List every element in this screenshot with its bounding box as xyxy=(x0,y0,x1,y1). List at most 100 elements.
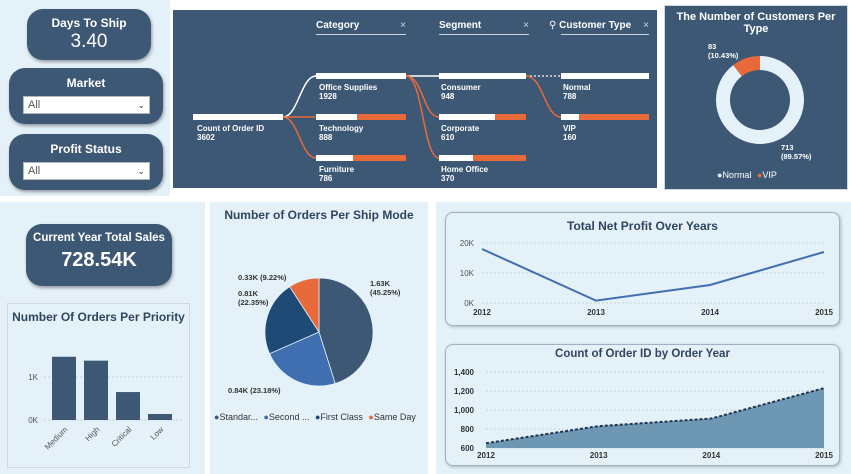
data-label-line: (45.25%) xyxy=(370,288,401,297)
data-label-vip: 83 (10.43%) xyxy=(708,42,739,60)
total-sales-card: Current Year Total Sales 728.54K xyxy=(26,224,172,286)
data-label-line: 10K xyxy=(460,269,475,278)
y-tick-label: 0K xyxy=(28,416,38,425)
data-label-line: High xyxy=(83,425,101,443)
total-sales-value: 728.54K xyxy=(61,249,137,271)
tree-node-corporate[interactable] xyxy=(439,114,526,120)
ship-mode-card: Number of Orders Per Ship Mode 1.63K (45.… xyxy=(210,202,428,474)
y-tick-label: 10K xyxy=(460,269,475,278)
bar-low xyxy=(148,413,172,420)
profit-status-select[interactable]: All ⌄ xyxy=(23,162,150,180)
bar-high xyxy=(84,360,108,420)
y-tick-label: 20K xyxy=(460,239,475,248)
x-tick-label: Medium xyxy=(43,425,70,452)
x-tick-label: 2012 xyxy=(473,308,491,317)
profit-status-filter-card: Profit Status All ⌄ xyxy=(9,134,163,190)
days-to-ship-card: Days To Ship 3.40 xyxy=(27,9,151,60)
data-label: 0.33K (9.22%) xyxy=(238,273,287,282)
data-label-line: 800 xyxy=(461,425,475,434)
data-label-line: 2013 xyxy=(587,308,605,317)
data-label-line: (10.43%) xyxy=(708,51,739,60)
data-label-line: 2014 xyxy=(702,451,720,460)
y-tick-label: 600 xyxy=(461,444,475,453)
tree-node-normal[interactable] xyxy=(561,73,649,79)
area-fill xyxy=(486,388,824,448)
data-label-line: Critical xyxy=(110,425,134,449)
customers-per-type-card: The Number of Customers Per Type 83 (10.4… xyxy=(664,5,848,190)
tree-node-label: Technology 888 xyxy=(319,124,364,142)
chart-title: Total Net Profit Over Years xyxy=(567,219,718,233)
data-label-line: (22.35%) xyxy=(238,298,269,307)
profit-line xyxy=(481,248,825,302)
x-tick-label: 2014 xyxy=(702,451,720,460)
data-label-line: 1.63K xyxy=(370,279,391,288)
market-filter-label: Market xyxy=(66,76,106,90)
tree-node-label: Corporate 610 xyxy=(441,124,480,142)
priority-bar-chart[interactable]: 0K 1K Medium High Critical Low xyxy=(8,326,191,466)
data-label: 0.84K (23.18%) xyxy=(228,386,281,395)
data-label-line: 20K xyxy=(460,239,475,248)
x-tick-label: Low xyxy=(149,425,166,442)
x-tick-label: High xyxy=(83,425,101,443)
decomposition-tree: Category × Segment × ⚲ Customer Type × C… xyxy=(173,10,657,188)
x-tick-label: 2015 xyxy=(815,308,833,317)
net-profit-card: Total Net Profit Over Years 0K 10K 20K 2012… xyxy=(445,212,840,326)
x-tick-label: Critical xyxy=(110,425,134,449)
tree-node-technology[interactable] xyxy=(316,114,406,120)
tree-node-fill xyxy=(357,114,406,120)
tree-root-bar[interactable] xyxy=(193,114,283,120)
tree-node-label: Office Supplies 1928 xyxy=(319,83,378,101)
profit-status-filter-label: Profit Status xyxy=(50,142,122,156)
tree-node-vip[interactable] xyxy=(561,114,649,120)
net-profit-line-chart[interactable]: 0K 10K 20K 2012 2013 2014 2015 xyxy=(446,233,841,327)
y-tick-label: 1,000 xyxy=(454,406,475,415)
data-label-line: 0.84K (23.18%) xyxy=(228,386,281,395)
tree-node-office-supplies[interactable] xyxy=(316,73,406,79)
chart-title: Number Of Orders Per Priority xyxy=(12,310,185,324)
data-label-line: 713 xyxy=(781,143,794,152)
data-label-line: 0.81K xyxy=(238,289,259,298)
data-label-line: 2014 xyxy=(701,308,719,317)
tree-node-home-office[interactable] xyxy=(439,155,526,161)
market-select-value: All xyxy=(28,99,41,111)
data-label-line: 2012 xyxy=(477,451,495,460)
data-label-normal: 713 (89.57%) xyxy=(781,143,812,161)
tree-node-furniture[interactable] xyxy=(316,155,406,161)
data-label-line: 1,400 xyxy=(454,368,475,377)
data-label-line: 0K xyxy=(464,299,474,308)
chart-title: Number of Orders Per Ship Mode xyxy=(224,208,414,222)
customers-donut[interactable]: 83 (10.43%) 713 (89.57%) xyxy=(665,34,849,184)
x-tick-label: 2012 xyxy=(477,451,495,460)
order-count-area-chart[interactable]: 600 800 1,000 1,200 1,400 2012 2013 2014 2015 xyxy=(446,362,841,466)
donut-slice-normal xyxy=(716,56,804,144)
data-label-line: Medium xyxy=(43,425,70,452)
chart-title: The Number of Customers Per Type xyxy=(676,11,836,35)
data-label-line: 1,000 xyxy=(454,406,475,415)
data-label-line: 2015 xyxy=(815,451,833,460)
tree-node-consumer[interactable] xyxy=(439,73,526,79)
data-label-line: 83 xyxy=(708,42,716,51)
market-filter-card: Market All ⌄ xyxy=(9,68,163,124)
market-select[interactable]: All ⌄ xyxy=(23,96,150,114)
tree-node-label: Furniture 786 xyxy=(319,165,355,183)
chevron-down-icon: ⌄ xyxy=(137,99,145,110)
x-tick-label: 2015 xyxy=(815,451,833,460)
ship-mode-pie[interactable]: 1.63K (45.25%) 0.84K (23.18%) 0.81K (22.35%)… xyxy=(210,224,428,414)
chart-legend: ●Standar... ●Second ... ●First Class ●Sa… xyxy=(214,412,416,422)
x-tick-label: 2013 xyxy=(590,451,608,460)
chevron-down-icon: ⌄ xyxy=(137,165,145,176)
y-tick-label: 1,200 xyxy=(454,387,475,396)
tree-node-label: Home Office 370 xyxy=(441,165,489,183)
data-label: 0.81K (22.35%) xyxy=(238,289,269,307)
x-tick-label: 2014 xyxy=(701,308,719,317)
data-label-line: 0.33K (9.22%) xyxy=(238,273,287,282)
total-sales-label: Current Year Total Sales xyxy=(33,232,165,244)
data-label-line: 2012 xyxy=(473,308,491,317)
order-count-card: Count of Order ID by Order Year 600 800 1,… xyxy=(445,344,840,466)
tree-node-fill xyxy=(473,155,526,161)
tree-root-label: Count of Order ID 3602 xyxy=(197,124,265,142)
priority-chart-card: Number Of Orders Per Priority 0K 1K Medium… xyxy=(7,303,190,468)
data-label-line: (89.57%) xyxy=(781,152,812,161)
days-to-ship-value: 3.40 xyxy=(70,31,108,52)
tree-node-fill xyxy=(579,114,649,120)
